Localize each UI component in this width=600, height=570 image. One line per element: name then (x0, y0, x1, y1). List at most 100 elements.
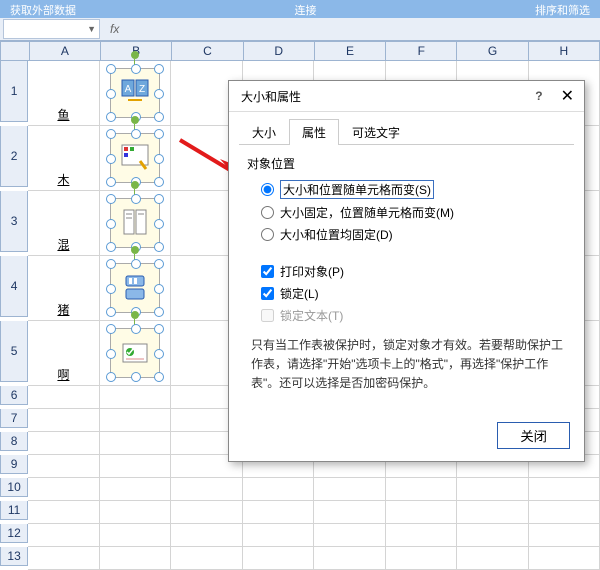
cell[interactable] (529, 478, 600, 501)
row-header[interactable]: 1 (0, 61, 28, 122)
resize-handle[interactable] (154, 349, 164, 359)
resize-handle[interactable] (154, 324, 164, 334)
cell[interactable]: 混 (28, 191, 99, 256)
col-header[interactable]: E (315, 41, 386, 61)
selected-shape[interactable] (110, 198, 160, 248)
resize-handle[interactable] (154, 259, 164, 269)
resize-handle[interactable] (154, 154, 164, 164)
cell[interactable] (28, 524, 99, 547)
cell[interactable]: 猪 (28, 256, 99, 321)
cell[interactable] (529, 501, 600, 524)
resize-handle[interactable] (154, 242, 164, 252)
resize-handle[interactable] (106, 64, 116, 74)
dialog-titlebar[interactable]: 大小和属性 ? ✕ (229, 81, 584, 112)
cell[interactable] (386, 547, 457, 570)
resize-handle[interactable] (154, 89, 164, 99)
resize-handle[interactable] (131, 64, 141, 74)
check-locked[interactable]: 锁定(L) (261, 285, 566, 302)
cell[interactable] (28, 501, 99, 524)
row-header[interactable]: 2 (0, 126, 28, 187)
tab-alt-text[interactable]: 可选文字 (339, 119, 413, 145)
cell[interactable] (457, 524, 528, 547)
resize-handle[interactable] (154, 307, 164, 317)
row-header[interactable]: 4 (0, 256, 28, 317)
select-all-corner[interactable] (0, 41, 30, 61)
radio-input[interactable] (261, 228, 274, 241)
cell[interactable] (457, 501, 528, 524)
cell[interactable] (243, 524, 314, 547)
cell[interactable] (314, 478, 385, 501)
cell[interactable] (100, 478, 171, 501)
cell[interactable] (28, 409, 99, 432)
cell[interactable] (100, 524, 171, 547)
cell[interactable] (243, 501, 314, 524)
resize-handle[interactable] (154, 194, 164, 204)
checkbox-input[interactable] (261, 287, 274, 300)
resize-handle[interactable] (154, 372, 164, 382)
help-button[interactable]: ? (535, 89, 542, 103)
resize-handle[interactable] (131, 259, 141, 269)
row-header[interactable]: 12 (0, 524, 28, 543)
ribbon-group-3[interactable]: 排序和筛选 (525, 0, 600, 18)
resize-handle[interactable] (106, 194, 116, 204)
close-icon[interactable]: ✕ (557, 86, 578, 106)
resize-handle[interactable] (106, 324, 116, 334)
cell[interactable] (28, 432, 99, 455)
radio-input[interactable] (261, 183, 274, 196)
ribbon-group-1[interactable]: 获取外部数据 (0, 0, 86, 18)
cell[interactable] (386, 501, 457, 524)
resize-handle[interactable] (106, 307, 116, 317)
dropdown-icon[interactable]: ▼ (87, 24, 99, 34)
cell[interactable] (171, 501, 242, 524)
row-header[interactable]: 8 (0, 432, 28, 451)
cell[interactable] (243, 547, 314, 570)
radio-move-no-size[interactable]: 大小固定，位置随单元格而变(M) (261, 204, 566, 221)
cell[interactable] (100, 547, 171, 570)
row-header[interactable]: 10 (0, 478, 28, 497)
selected-shape[interactable] (110, 263, 160, 313)
cell[interactable]: 木 (28, 126, 99, 191)
cell[interactable] (100, 455, 171, 478)
radio-fixed[interactable]: 大小和位置均固定(D) (261, 226, 566, 243)
resize-handle[interactable] (106, 349, 116, 359)
rotate-handle[interactable] (131, 51, 139, 59)
cell[interactable] (171, 547, 242, 570)
row-header[interactable]: 3 (0, 191, 28, 252)
rotate-handle[interactable] (131, 246, 139, 254)
resize-handle[interactable] (106, 259, 116, 269)
cell[interactable] (100, 321, 171, 386)
resize-handle[interactable] (154, 64, 164, 74)
rotate-handle[interactable] (131, 116, 139, 124)
checkbox-input[interactable] (261, 265, 274, 278)
resize-handle[interactable] (154, 112, 164, 122)
resize-handle[interactable] (131, 372, 141, 382)
col-header[interactable]: A (30, 41, 101, 61)
cell[interactable]: 鱼 (28, 61, 99, 126)
cell[interactable] (171, 524, 242, 547)
cell[interactable] (529, 547, 600, 570)
radio-input[interactable] (261, 206, 274, 219)
cell[interactable] (100, 386, 171, 409)
resize-handle[interactable] (106, 154, 116, 164)
cell[interactable] (100, 432, 171, 455)
cell[interactable] (28, 478, 99, 501)
resize-handle[interactable] (106, 177, 116, 187)
cell[interactable] (100, 409, 171, 432)
cell[interactable] (314, 547, 385, 570)
resize-handle[interactable] (106, 89, 116, 99)
resize-handle[interactable] (106, 284, 116, 294)
cell[interactable] (386, 524, 457, 547)
col-header[interactable]: G (457, 41, 528, 61)
selected-shape[interactable] (110, 328, 160, 378)
resize-handle[interactable] (106, 129, 116, 139)
resize-handle[interactable] (106, 242, 116, 252)
close-button[interactable]: 关闭 (497, 422, 570, 449)
resize-handle[interactable] (106, 112, 116, 122)
cell[interactable] (171, 478, 242, 501)
resize-handle[interactable] (106, 372, 116, 382)
resize-handle[interactable] (154, 129, 164, 139)
col-header[interactable]: H (529, 41, 600, 61)
tab-properties[interactable]: 属性 (289, 119, 339, 145)
row-header[interactable]: 7 (0, 409, 28, 428)
radio-move-size-with-cells[interactable]: 大小和位置随单元格而变(S) (261, 180, 566, 199)
